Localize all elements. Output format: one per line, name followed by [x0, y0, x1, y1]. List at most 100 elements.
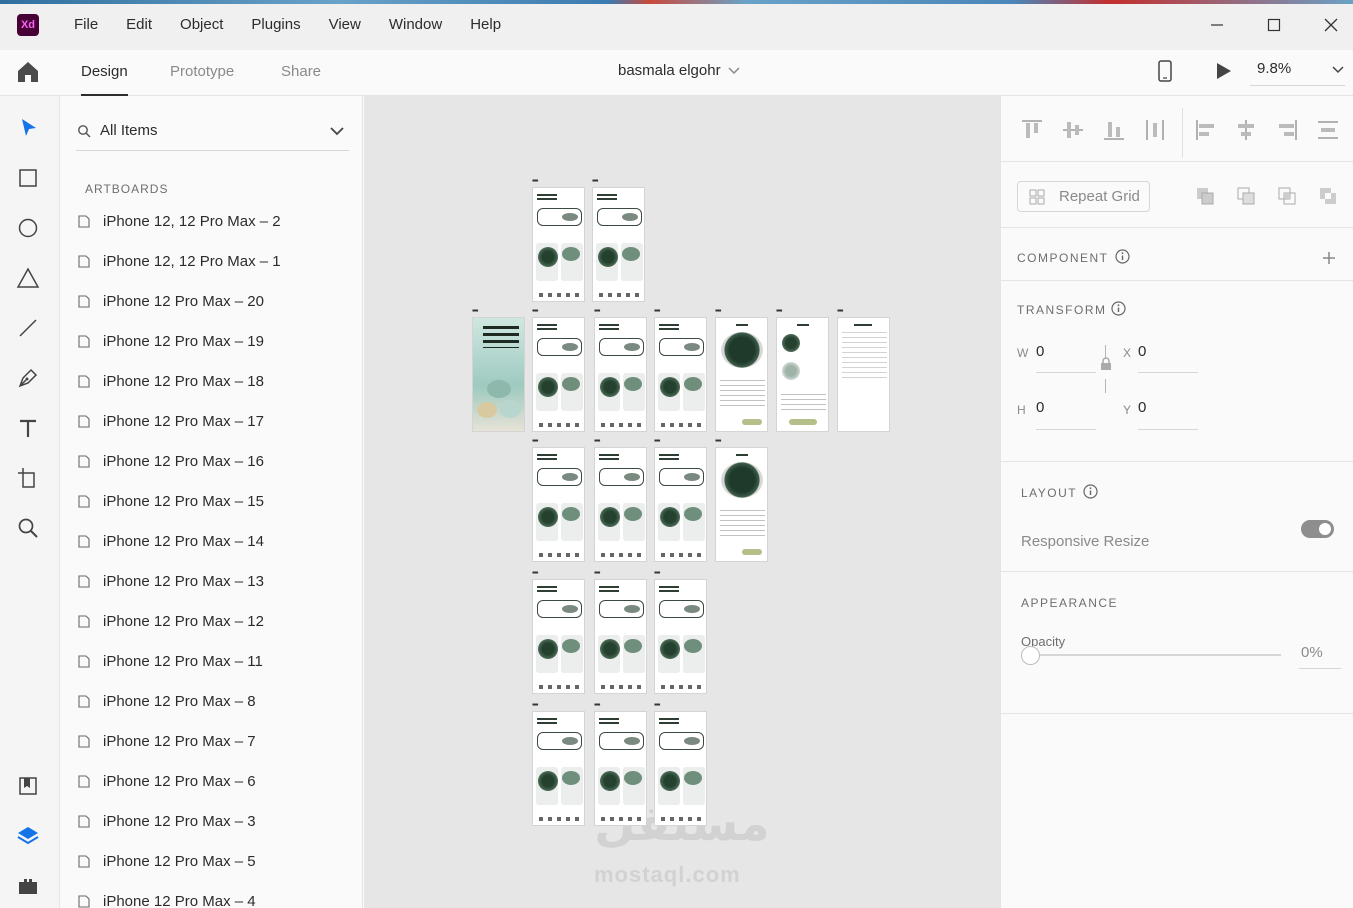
artboard-thumbnail[interactable]	[837, 317, 890, 432]
artboard-thumbnail[interactable]	[532, 447, 585, 562]
zoom-icon[interactable]	[16, 516, 40, 540]
chevron-down-icon[interactable]	[329, 123, 345, 139]
artboard-name-tag[interactable]: ▪▪▪	[654, 307, 660, 315]
artboard-name-tag[interactable]: ▪▪▪	[837, 307, 843, 315]
tab-prototype[interactable]: Prototype	[170, 50, 234, 96]
repeat-grid-button[interactable]: Repeat Grid	[1017, 181, 1150, 212]
artboard-name-tag[interactable]: ▪▪▪	[592, 177, 598, 185]
info-icon[interactable]	[1083, 484, 1098, 499]
artboard-name-tag[interactable]: ▪▪▪	[532, 437, 538, 445]
artboard-thumbnail[interactable]	[532, 579, 585, 694]
artboard-thumbnail[interactable]	[594, 317, 647, 432]
artboard-thumbnail[interactable]	[715, 447, 768, 562]
polygon-icon[interactable]	[16, 266, 40, 290]
artboard-name-tag[interactable]: ▪▪▪	[532, 177, 538, 185]
subtract-boolean-icon[interactable]	[1236, 186, 1256, 206]
artboard-thumbnail[interactable]	[472, 317, 525, 432]
artboard-thumbnail[interactable]	[654, 711, 707, 826]
artboard-name-tag[interactable]: ▪▪▪	[532, 701, 538, 709]
distribute-vertical-icon[interactable]	[1316, 118, 1340, 142]
select-icon[interactable]	[16, 116, 40, 140]
layer-item[interactable]: iPhone 12 Pro Max – 19	[76, 321, 356, 361]
artboard-thumbnail[interactable]	[715, 317, 768, 432]
y-field[interactable]: 0	[1138, 399, 1146, 416]
layer-item[interactable]: iPhone 12 Pro Max – 16	[76, 441, 356, 481]
artboard-thumbnail[interactable]	[654, 579, 707, 694]
menu-edit[interactable]: Edit	[112, 0, 166, 50]
play-icon[interactable]	[1213, 61, 1233, 81]
info-icon[interactable]	[1111, 301, 1126, 316]
artboard-name-tag[interactable]: ▪▪▪	[715, 307, 721, 315]
layer-item[interactable]: iPhone 12, 12 Pro Max – 2	[76, 201, 356, 241]
align-right-icon[interactable]	[1275, 118, 1299, 142]
layer-item[interactable]: iPhone 12 Pro Max – 8	[76, 681, 356, 721]
artboard-name-tag[interactable]: ▪▪▪	[654, 437, 660, 445]
align-middle-icon[interactable]	[1061, 118, 1085, 142]
artboard-thumbnail[interactable]	[654, 447, 707, 562]
layers-filter[interactable]: All Items	[76, 116, 349, 151]
menu-object[interactable]: Object	[166, 0, 237, 50]
distribute-horizontal-icon[interactable]	[1143, 118, 1167, 142]
artboard-name-tag[interactable]: ▪▪▪	[472, 307, 478, 315]
artboard-thumbnail[interactable]	[654, 317, 707, 432]
maximize-button[interactable]	[1259, 10, 1289, 40]
layer-item[interactable]: iPhone 12 Pro Max – 5	[76, 841, 356, 881]
artboard-name-tag[interactable]: ▪▪▪	[532, 569, 538, 577]
x-field[interactable]: 0	[1138, 343, 1146, 360]
rectangle-icon[interactable]	[16, 166, 40, 190]
artboard-thumbnail[interactable]	[532, 187, 585, 302]
responsive-resize-toggle[interactable]	[1301, 520, 1334, 538]
document-title[interactable]: basmala elgohr	[618, 50, 721, 92]
artboard-name-tag[interactable]: ▪▪▪	[594, 307, 600, 315]
opacity-slider-track[interactable]	[1031, 654, 1281, 656]
height-field[interactable]: 0	[1036, 399, 1044, 416]
artboard-thumbnail[interactable]	[776, 317, 829, 432]
artboard-thumbnail[interactable]	[594, 711, 647, 826]
chevron-down-icon[interactable]	[1331, 63, 1345, 77]
zoom-field[interactable]: 9.8%	[1250, 56, 1345, 86]
align-center-icon[interactable]	[1234, 118, 1258, 142]
layer-item[interactable]: iPhone 12 Pro Max – 6	[76, 761, 356, 801]
home-icon[interactable]	[15, 59, 41, 85]
artboard-thumbnail[interactable]	[592, 187, 645, 302]
intersect-boolean-icon[interactable]	[1277, 186, 1297, 206]
chevron-down-icon[interactable]	[727, 64, 741, 78]
width-field[interactable]: 0	[1036, 343, 1044, 360]
artboard-name-tag[interactable]: ▪▪▪	[654, 701, 660, 709]
exclude-boolean-icon[interactable]	[1318, 186, 1338, 206]
layer-item[interactable]: iPhone 12 Pro Max – 17	[76, 401, 356, 441]
align-bottom-icon[interactable]	[1102, 118, 1126, 142]
menu-plugins[interactable]: Plugins	[237, 0, 314, 50]
layer-item[interactable]: iPhone 12 Pro Max – 14	[76, 521, 356, 561]
opacity-value[interactable]: 0%	[1301, 644, 1323, 661]
pen-icon[interactable]	[16, 366, 40, 390]
align-top-icon[interactable]	[1020, 118, 1044, 142]
tab-design[interactable]: Design	[81, 50, 128, 96]
menu-help[interactable]: Help	[456, 0, 515, 50]
layer-item[interactable]: iPhone 12 Pro Max – 11	[76, 641, 356, 681]
add-boolean-icon[interactable]	[1195, 186, 1215, 206]
artboard-name-tag[interactable]: ▪▪▪	[594, 701, 600, 709]
design-canvas[interactable]: مستقل mostaql.com ▪▪▪▪▪▪▪▪▪▪▪▪▪▪▪▪▪▪▪▪▪▪…	[364, 96, 1000, 908]
artboard-thumbnail[interactable]	[594, 579, 647, 694]
tab-share[interactable]: Share	[281, 50, 321, 96]
artboard-name-tag[interactable]: ▪▪▪	[532, 307, 538, 315]
align-left-icon[interactable]	[1194, 118, 1218, 142]
add-component-icon[interactable]	[1321, 250, 1337, 266]
layer-item[interactable]: iPhone 12 Pro Max – 13	[76, 561, 356, 601]
lock-icon[interactable]	[1100, 357, 1112, 371]
artboard-icon[interactable]	[16, 466, 40, 490]
close-button[interactable]	[1316, 10, 1346, 40]
opacity-slider-thumb[interactable]	[1021, 646, 1040, 665]
plugins-icon[interactable]	[16, 874, 40, 898]
artboard-name-tag[interactable]: ▪▪▪	[776, 307, 782, 315]
artboard-name-tag[interactable]: ▪▪▪	[715, 437, 721, 445]
layer-item[interactable]: iPhone 12 Pro Max – 20	[76, 281, 356, 321]
line-icon[interactable]	[16, 316, 40, 340]
artboard-thumbnail[interactable]	[532, 711, 585, 826]
layer-item[interactable]: iPhone 12 Pro Max – 12	[76, 601, 356, 641]
layer-item[interactable]: iPhone 12 Pro Max – 3	[76, 801, 356, 841]
minimize-button[interactable]	[1202, 10, 1232, 40]
info-icon[interactable]	[1115, 249, 1130, 264]
assets-icon[interactable]	[16, 774, 40, 798]
